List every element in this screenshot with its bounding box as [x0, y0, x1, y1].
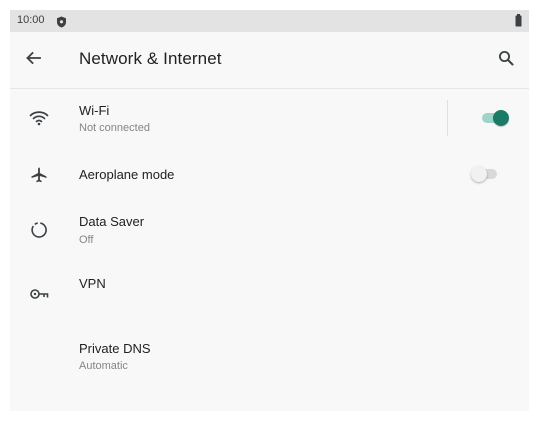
aeroplane-title: Aeroplane mode [79, 167, 175, 182]
wifi-toggle-thumb [493, 110, 509, 126]
wifi-title: Wi-Fi [79, 103, 110, 118]
toolbar-divider [10, 88, 529, 89]
data-saver-icon [28, 219, 50, 241]
wifi-icon [28, 107, 50, 129]
airplane-icon [28, 164, 50, 186]
aeroplane-toggle[interactable] [471, 166, 501, 182]
search-icon [498, 50, 514, 71]
wifi-status: Not connected [79, 122, 150, 134]
private-dns-title: Private DNS [79, 341, 151, 356]
app-toolbar: Network & Internet [10, 32, 529, 88]
status-time: 10:00 [17, 14, 45, 26]
back-button[interactable] [20, 47, 46, 73]
status-bar: 10:00 [10, 10, 529, 32]
shield-icon [56, 15, 67, 28]
private-dns-status: Automatic [79, 360, 128, 372]
battery-icon [515, 14, 522, 27]
setting-row-vpn[interactable]: VPN [10, 272, 529, 330]
wifi-toggle[interactable] [480, 110, 510, 126]
setting-row-wifi[interactable]: Wi-Fi Not connected [10, 98, 529, 156]
setting-row-data-saver[interactable]: Data Saver Off [10, 209, 529, 267]
settings-screen: 10:00 Network & Internet Wi-Fi Not conne… [10, 10, 529, 411]
wifi-divider [447, 100, 448, 136]
data-saver-status: Off [79, 234, 94, 246]
page-title: Network & Internet [79, 49, 222, 68]
setting-row-aeroplane[interactable]: Aeroplane mode [10, 156, 529, 214]
setting-row-private-dns[interactable]: Private DNS Automatic [10, 337, 529, 395]
vpn-key-icon [28, 283, 50, 305]
data-saver-title: Data Saver [79, 214, 145, 229]
aeroplane-toggle-thumb [471, 166, 487, 182]
search-button[interactable] [493, 47, 519, 73]
vpn-title: VPN [79, 276, 106, 291]
arrow-left-icon [24, 49, 42, 72]
